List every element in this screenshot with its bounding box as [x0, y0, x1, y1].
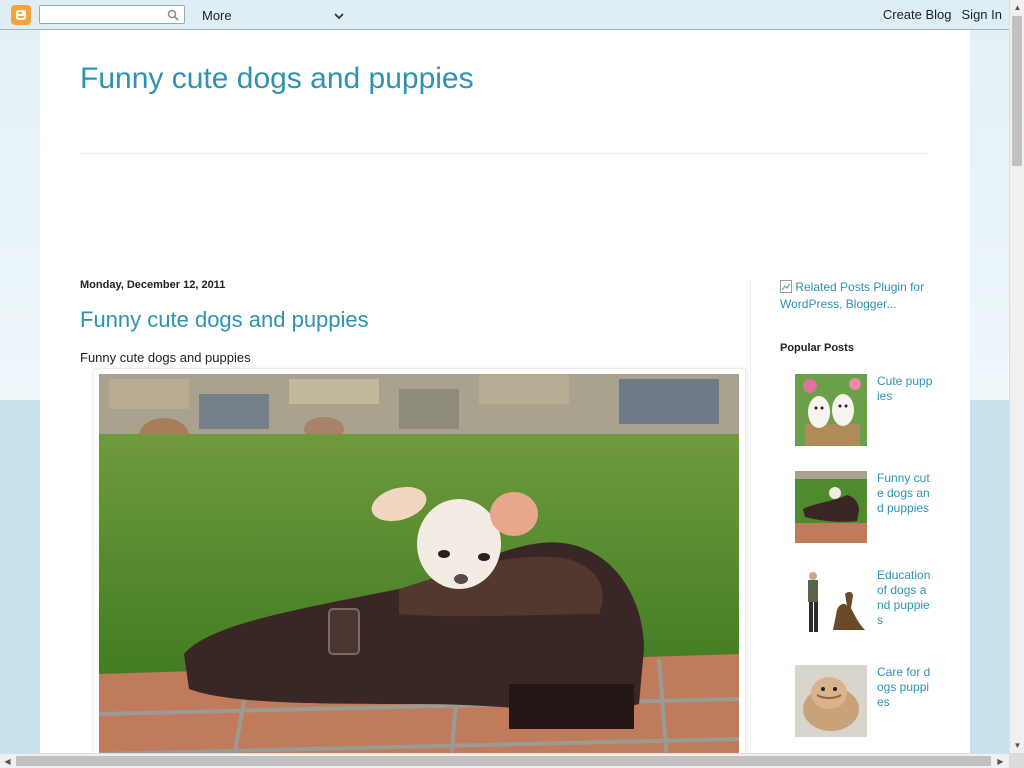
- broken-image-icon: [780, 280, 795, 294]
- related-posts-plugin-label: Related Posts Plugin for WordPress, Blog…: [780, 280, 925, 311]
- more-menu-label: More: [202, 7, 232, 23]
- blogger-logo-icon[interactable]: [11, 5, 31, 25]
- post-date: Monday, December 12, 2011: [80, 279, 226, 291]
- scrollbar-corner: [1009, 753, 1024, 768]
- blog-content: Funny cute dogs and puppies Monday, Dece…: [40, 30, 970, 768]
- post-body-text: Funny cute dogs and puppies: [80, 350, 251, 365]
- related-posts-plugin-link[interactable]: Related Posts Plugin for WordPress, Blog…: [780, 279, 940, 313]
- search-icon[interactable]: [165, 7, 181, 22]
- chevron-down-icon: [334, 8, 344, 23]
- scroll-right-icon[interactable]: ▶: [993, 754, 1008, 768]
- scroll-up-icon[interactable]: ▲: [1010, 0, 1024, 15]
- vertical-scrollbar-thumb[interactable]: [1012, 16, 1022, 166]
- popular-post-item[interactable]: Education of dogs and puppies: [795, 568, 935, 640]
- blog-title[interactable]: Funny cute dogs and puppies: [80, 62, 474, 96]
- popular-post-title[interactable]: Cute puppies: [877, 374, 933, 404]
- more-menu-dropdown[interactable]: More: [202, 7, 344, 23]
- popular-post-thumbnail[interactable]: [795, 471, 867, 543]
- popular-post-item[interactable]: Care for dogs puppies: [795, 665, 935, 737]
- post-title[interactable]: Funny cute dogs and puppies: [80, 307, 369, 333]
- header-divider: [80, 153, 930, 154]
- horizontal-scrollbar-thumb[interactable]: [16, 756, 991, 766]
- post-image-frame: [93, 368, 746, 768]
- popular-posts-heading: Popular Posts: [780, 342, 854, 354]
- create-blog-link[interactable]: Create Blog: [883, 7, 952, 22]
- horizontal-scrollbar[interactable]: ◀ ▶: [0, 753, 1009, 768]
- sign-in-link[interactable]: Sign In: [962, 7, 1002, 22]
- popular-post-title[interactable]: Funny cute dogs and puppies: [877, 471, 933, 516]
- popular-post-thumbnail[interactable]: [795, 374, 867, 446]
- search-input[interactable]: [43, 6, 165, 24]
- popular-post-item[interactable]: Funny cute dogs and puppies: [795, 471, 935, 543]
- scroll-down-icon[interactable]: ▼: [1010, 738, 1024, 753]
- search-field[interactable]: [39, 5, 185, 24]
- popular-post-thumbnail[interactable]: [795, 665, 867, 737]
- popular-post-item[interactable]: Cute puppies: [795, 374, 935, 446]
- post-image[interactable]: [99, 374, 739, 768]
- vertical-scrollbar[interactable]: ▲ ▼: [1009, 0, 1024, 753]
- blogger-navbar: More Create Blog Sign In: [0, 0, 1009, 30]
- sidebar-divider: [750, 278, 751, 768]
- scroll-left-icon[interactable]: ◀: [0, 754, 15, 768]
- popular-post-title[interactable]: Care for dogs puppies: [877, 665, 933, 710]
- popular-post-thumbnail[interactable]: [795, 568, 867, 640]
- popular-post-title[interactable]: Education of dogs and puppies: [877, 568, 933, 628]
